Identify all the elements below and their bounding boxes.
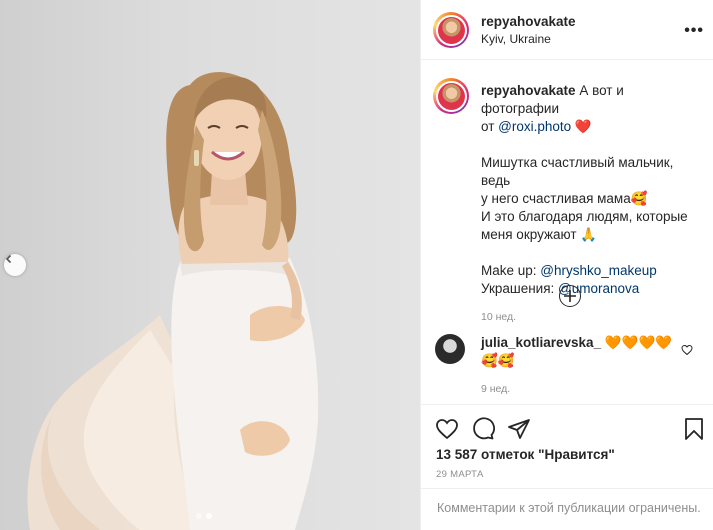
chevron-left-icon	[5, 254, 12, 264]
plus-icon	[564, 290, 576, 302]
like-comment-button[interactable]	[681, 343, 693, 361]
commenter-avatar[interactable]	[435, 334, 465, 364]
load-more-comments-button[interactable]	[559, 285, 581, 307]
caption-text: от	[481, 119, 499, 134]
post-date[interactable]: 29 МАРТА	[436, 469, 484, 480]
post-side-panel: repyahovakate Kyiv, Ukraine ••• repyahov…	[420, 0, 713, 530]
more-dots-icon[interactable]: •••	[684, 22, 704, 40]
carousel-dot-active	[206, 513, 212, 519]
speech-bubble-icon	[473, 417, 495, 440]
carousel-indicator	[196, 513, 212, 519]
caption-author-avatar[interactable]	[433, 78, 469, 114]
comment-time: 9 нед.	[481, 383, 511, 395]
heart-outline-icon	[436, 419, 458, 440]
photo-illustration	[27, 72, 319, 530]
save-button[interactable]	[683, 417, 705, 446]
post-header: repyahovakate Kyiv, Ukraine •••	[421, 0, 713, 60]
praying-hands-emoji: 🙏	[580, 227, 598, 242]
comment-text: 🥰🥰	[481, 353, 515, 368]
paper-plane-icon	[508, 419, 530, 439]
share-button[interactable]	[507, 417, 531, 446]
caption-text: Мишутка счастливый мальчик, ведь	[481, 155, 674, 188]
likes-count[interactable]: 13 587 отметок "Нравится"	[436, 447, 615, 462]
caption-text: у него счастливая мама	[481, 191, 631, 206]
mention-link[interactable]: @hryshko_makeup	[540, 263, 657, 278]
commenter-username[interactable]: julia_kotliarevska_	[481, 335, 601, 350]
caption-text: Украшения:	[481, 281, 559, 296]
caption-time: 10 нед.	[481, 311, 517, 323]
author-username[interactable]: repyahovakate	[481, 14, 576, 29]
author-avatar[interactable]	[433, 12, 469, 48]
comment-text: 🧡🧡🧡🧡	[601, 335, 673, 350]
like-button[interactable]	[435, 417, 459, 446]
comment-button[interactable]	[471, 417, 495, 446]
post-caption: repyahovakate А вот и фотографии от @rox…	[481, 82, 703, 326]
post-location[interactable]: Kyiv, Ukraine	[481, 32, 576, 46]
caption-username[interactable]: repyahovakate	[481, 83, 576, 98]
comment: julia_kotliarevska_ 🧡🧡🧡🧡 🥰🥰 9 нед.	[481, 334, 686, 398]
mention-link[interactable]: @roxi.photo	[498, 119, 571, 134]
caption-text: Make up:	[481, 263, 541, 278]
bookmark-icon	[685, 418, 703, 440]
heart-emoji: ❤️	[574, 119, 592, 134]
heart-outline-icon	[681, 344, 693, 356]
post-photo[interactable]	[0, 0, 420, 530]
previous-slide-button[interactable]	[4, 254, 26, 276]
caption-text: меня окружают	[481, 227, 581, 242]
carousel-dot	[196, 513, 202, 519]
comments-restricted-notice: Комментарии к этой публикации ограничены…	[421, 488, 713, 530]
caption-text: И это благодаря людям, которые	[481, 209, 688, 224]
smiling-hearts-emoji: 🥰	[630, 191, 648, 206]
